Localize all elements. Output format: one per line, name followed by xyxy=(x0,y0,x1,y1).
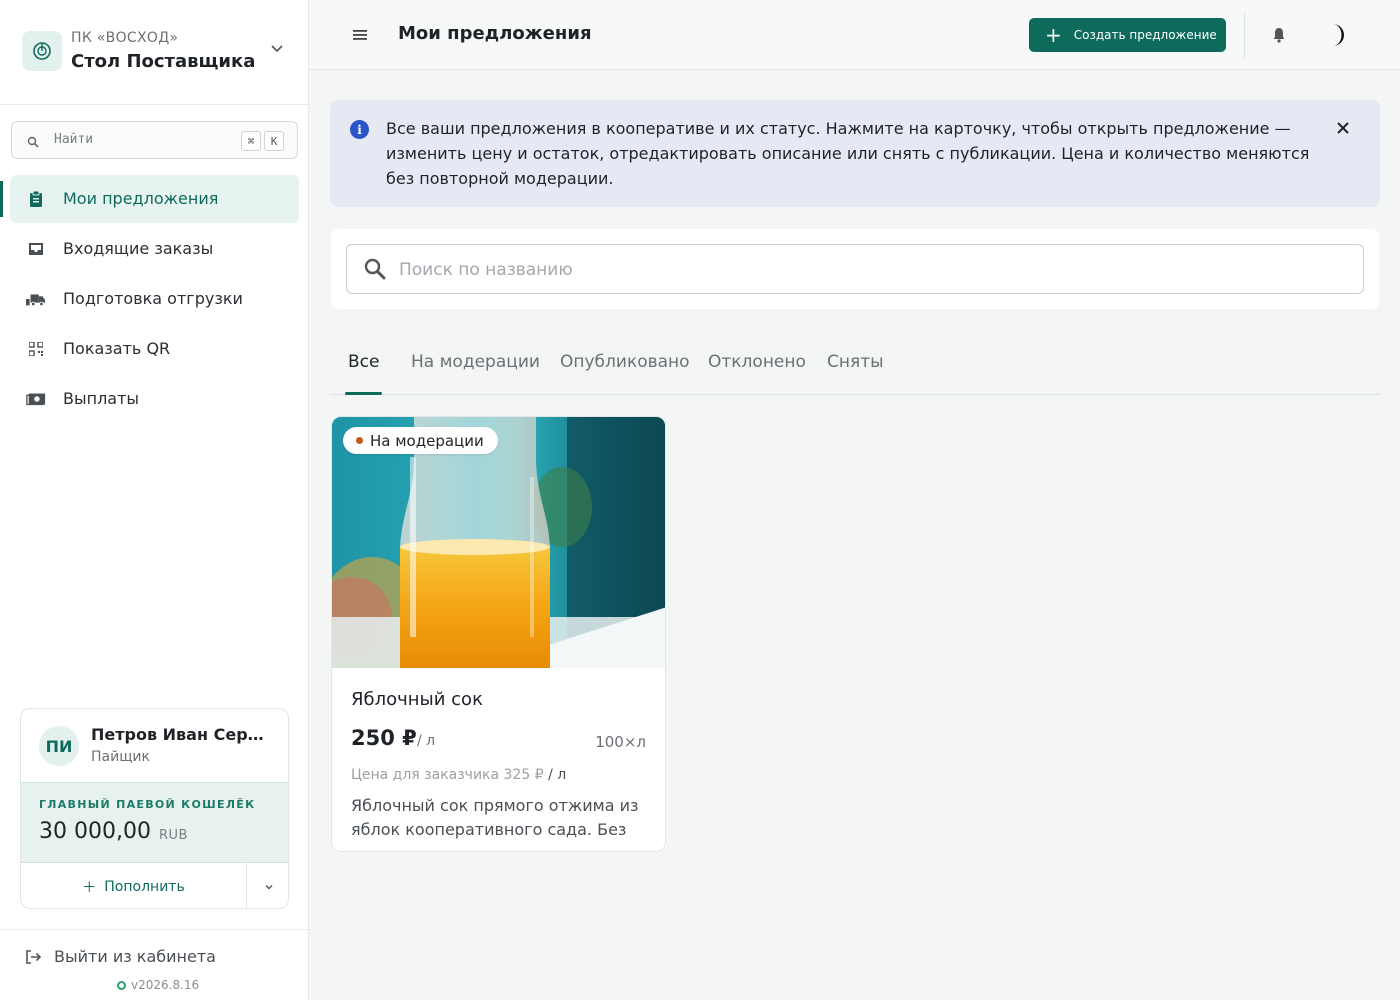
kbd-k: K xyxy=(264,131,284,151)
tab-published[interactable]: Опубликовано xyxy=(560,352,690,372)
info-icon: i xyxy=(350,120,369,139)
info-banner: i Все ваши предложения в кооперативе и и… xyxy=(330,100,1380,207)
menu-icon[interactable] xyxy=(352,27,368,46)
sidebar-divider xyxy=(0,104,309,105)
offer-unit: / л xyxy=(417,733,436,749)
close-icon[interactable] xyxy=(1335,120,1351,140)
offer-search-input[interactable] xyxy=(399,257,1299,283)
status-badge-label: На модерации xyxy=(370,431,484,450)
org-logo-icon xyxy=(22,31,62,71)
tab-moderation[interactable]: На модерации xyxy=(411,352,540,372)
plus-icon: ＋ xyxy=(82,879,97,896)
offer-image: На модерации xyxy=(332,417,665,668)
sidebar-item-label: Входящие заказы xyxy=(63,239,214,258)
header-divider xyxy=(1244,12,1245,58)
offer-client-price-unit: / л xyxy=(548,767,567,783)
version: v2026.8.16 xyxy=(117,978,199,992)
avatar: ПИ xyxy=(39,726,79,766)
version-label: v2026.8.16 xyxy=(131,978,200,992)
tab-all[interactable]: Все xyxy=(348,352,379,372)
sidebar-item-label: Подготовка отгрузки xyxy=(63,289,243,308)
sidebar-search-placeholder: Найти xyxy=(54,132,94,147)
org-subtitle: ПК «ВОСХОД» xyxy=(71,30,179,46)
offer-client-price: Цена для заказчика 325 ₽ / л xyxy=(351,767,566,783)
bell-icon[interactable] xyxy=(1271,26,1287,48)
status-tabs: Все На модерации Опубликовано Отклонено … xyxy=(330,340,1380,395)
user-name: Петров Иван Сергеевич xyxy=(91,725,271,744)
chevron-down-icon xyxy=(265,884,272,889)
status-dot-icon xyxy=(356,437,363,444)
sidebar-search[interactable]: Найти ⌘ K xyxy=(11,121,298,159)
money-icon xyxy=(26,389,46,409)
logout-label: Выйти из кабинета xyxy=(54,947,216,966)
user-role: Пайщик xyxy=(91,749,150,765)
qr-code-icon xyxy=(26,339,46,359)
header: Мои предложения + Создать предложение xyxy=(309,0,1400,70)
wallet-label: ГЛАВНЫЙ ПАЕВОЙ КОШЕЛЁК xyxy=(39,798,256,811)
inbox-icon xyxy=(26,239,46,259)
sidebar-nav: Мои предложения Входящие заказы Подготов… xyxy=(0,175,309,425)
search-icon xyxy=(27,133,39,152)
offer-card[interactable]: На модерации Яблочный сок 250 ₽ / л 100×… xyxy=(331,416,666,852)
wallet: ГЛАВНЫЙ ПАЕВОЙ КОШЕЛЁК 30 000,00 RUB xyxy=(21,782,288,863)
sidebar-item-my-offers[interactable]: Мои предложения xyxy=(0,175,309,223)
kbd-cmd: ⌘ xyxy=(241,131,261,151)
info-text: Все ваши предложения в кооперативе и их … xyxy=(386,119,1310,188)
offer-title: Яблочный сок xyxy=(351,689,483,710)
plus-icon: + xyxy=(1045,23,1062,47)
offer-description: Яблочный сок прямого отжима из яблок коо… xyxy=(351,796,639,839)
offer-client-price-prefix: Цена для заказчика 325 ₽ xyxy=(351,767,544,783)
sidebar-divider xyxy=(0,929,309,930)
sidebar-item-show-qr[interactable]: Показать QR xyxy=(0,325,309,373)
sidebar-item-label: Выплаты xyxy=(63,389,140,408)
sidebar-item-payouts[interactable]: Выплаты xyxy=(0,375,309,423)
clipboard-icon xyxy=(26,189,46,209)
sidebar-item-incoming-orders[interactable]: Входящие заказы xyxy=(0,225,309,273)
wallet-amount: 30 000,00 xyxy=(39,819,151,844)
logout-icon xyxy=(26,949,42,964)
active-indicator xyxy=(0,181,3,217)
moon-icon[interactable] xyxy=(1327,22,1349,52)
tab-rejected[interactable]: Отклонено xyxy=(708,352,806,372)
page-title: Мои предложения xyxy=(398,23,592,44)
topup-menu-button[interactable] xyxy=(246,863,288,908)
tab-active-indicator xyxy=(345,392,382,395)
topup-button[interactable]: ＋ Пополнить xyxy=(21,863,246,908)
tab-withdrawn[interactable]: Сняты xyxy=(827,352,884,372)
create-offer-button[interactable]: + Создать предложение xyxy=(1029,18,1226,52)
status-dot-icon xyxy=(117,980,126,990)
sidebar-item-shipment-prep[interactable]: Подготовка отгрузки xyxy=(0,275,309,323)
wallet-currency: RUB xyxy=(159,828,188,843)
logout-button[interactable]: Выйти из кабинета xyxy=(24,947,216,966)
sidebar: ПК «ВОСХОД» Стол Поставщика Найти ⌘ K Мо… xyxy=(0,0,309,1000)
topup-label: Пополнить xyxy=(104,878,185,895)
org-title: Стол Поставщика xyxy=(71,51,256,72)
offer-price: 250 ₽ xyxy=(351,726,417,750)
offer-search xyxy=(346,244,1364,294)
org-switcher[interactable]: ПК «ВОСХОД» Стол Поставщика xyxy=(22,30,292,74)
status-badge: На модерации xyxy=(343,427,498,454)
sidebar-item-label: Показать QR xyxy=(63,339,171,358)
search-card xyxy=(331,229,1379,309)
offer-stock: 100×л xyxy=(595,733,646,751)
search-icon xyxy=(363,257,387,285)
user-card: ПИ Петров Иван Сергеевич Пайщик ГЛАВНЫЙ … xyxy=(20,708,289,909)
chevron-down-icon xyxy=(270,40,284,59)
truck-icon xyxy=(26,289,46,309)
create-offer-label: Создать предложение xyxy=(1073,28,1217,42)
sidebar-item-label: Мои предложения xyxy=(63,189,219,208)
